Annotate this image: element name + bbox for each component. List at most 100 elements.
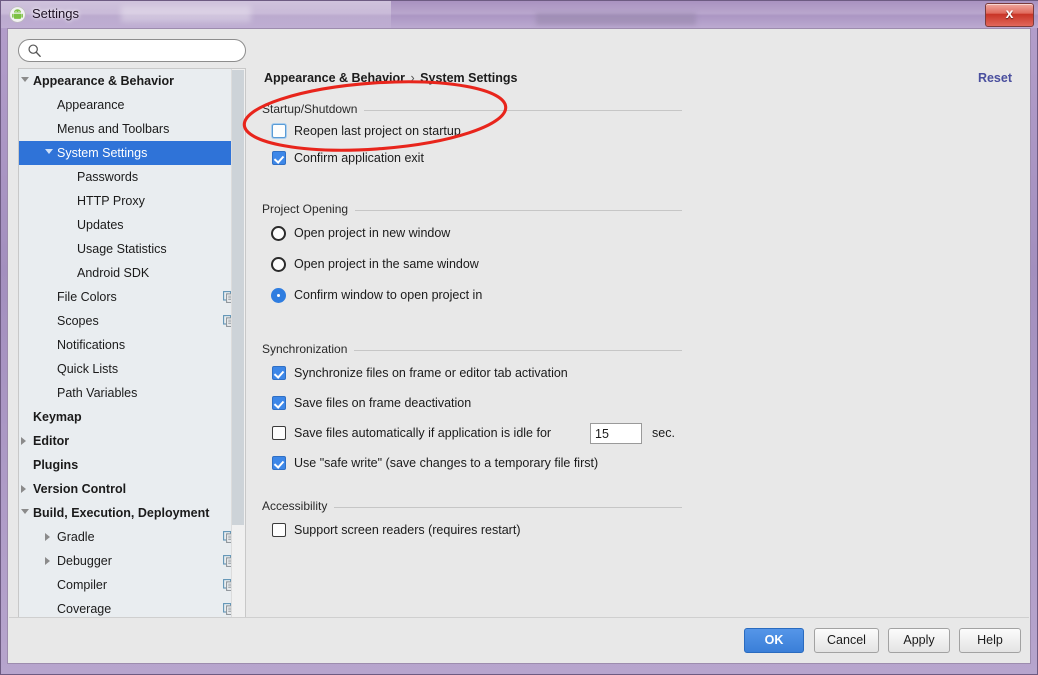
sidebar-item-label: Usage Statistics [77, 242, 167, 256]
sidebar-item-label: Appearance & Behavior [33, 74, 175, 88]
sidebar-item-plugins[interactable]: Plugins [19, 453, 245, 477]
sidebar-item-label: Passwords [77, 170, 139, 184]
sidebar-item-android-sdk[interactable]: Android SDK [19, 261, 245, 285]
sidebar-item-editor[interactable]: Editor [19, 429, 245, 453]
chevron-down-icon[interactable] [21, 77, 29, 82]
sidebar-item-gradle[interactable]: Gradle [19, 525, 245, 549]
sidebar-item-scopes[interactable]: Scopes [19, 309, 245, 333]
option-confirm-application-exit[interactable]: Confirm application exit [262, 145, 682, 172]
option-open-in-new-window[interactable]: Open project in new window [262, 218, 682, 249]
sidebar-item-menus-and-toolbars[interactable]: Menus and Toolbars [19, 117, 245, 141]
chevron-right-icon[interactable] [45, 533, 50, 541]
sidebar-item-updates[interactable]: Updates [19, 213, 245, 237]
reopen-last-project-label: Reopen last project on startup [294, 124, 461, 138]
sidebar-item-label: Build, Execution, Deployment [33, 506, 210, 520]
sidebar-item-usage-statistics[interactable]: Usage Statistics [19, 237, 245, 261]
section-title: Startup/Shutdown [262, 102, 365, 116]
sidebar-item-appearance[interactable]: Appearance [19, 93, 245, 117]
sidebar-item-keymap[interactable]: Keymap [19, 405, 245, 429]
apply-button[interactable]: Apply [888, 628, 950, 653]
section-startup-shutdown-header: Startup/Shutdown [262, 102, 682, 118]
sidebar-item-label: HTTP Proxy [77, 194, 145, 208]
section-project-opening: Project Opening Open project in new wind… [262, 202, 682, 311]
sidebar-item-http-proxy[interactable]: HTTP Proxy [19, 189, 245, 213]
breadcrumb-leaf: System Settings [420, 71, 518, 85]
confirm-window-radio[interactable] [271, 288, 286, 303]
section-title: Accessibility [262, 499, 335, 513]
settings-tree[interactable]: Appearance & Behavior Appearance Menus and… [18, 68, 246, 650]
cancel-button[interactable]: Cancel [814, 628, 879, 653]
save-on-frame-deactivation-checkbox[interactable] [272, 396, 286, 410]
sidebar-item-label: Notifications [57, 338, 126, 352]
chevron-down-icon[interactable] [21, 509, 29, 514]
save-when-idle-checkbox[interactable] [272, 426, 286, 440]
option-save-on-frame-deactivation[interactable]: Save files on frame deactivation [262, 388, 682, 418]
support-screen-readers-checkbox[interactable] [272, 523, 286, 537]
sidebar-item-label: Gradle [57, 530, 95, 544]
chevron-right-icon[interactable] [21, 437, 26, 445]
sidebar-item-label: File Colors [57, 290, 117, 304]
breadcrumb-root: Appearance & Behavior [264, 71, 406, 85]
safe-write-checkbox[interactable] [272, 456, 286, 470]
sidebar-item-label: Compiler [57, 578, 108, 592]
search-input[interactable] [18, 39, 246, 62]
reset-link[interactable]: Reset [978, 71, 1012, 85]
close-button[interactable]: x [985, 3, 1034, 27]
sidebar-item-quick-lists[interactable]: Quick Lists [19, 357, 245, 381]
section-project-opening-header: Project Opening [262, 202, 682, 218]
section-accessibility: Accessibility Support screen readers (re… [262, 499, 682, 545]
sidebar-item-file-colors[interactable]: File Colors [19, 285, 245, 309]
breadcrumb: Appearance & Behavior › System Settings [264, 71, 517, 85]
sync-files-on-activation-checkbox[interactable] [272, 366, 286, 380]
sidebar-item-label: Path Variables [57, 386, 138, 400]
open-in-new-window-radio[interactable] [271, 226, 286, 241]
settings-sidebar: Appearance & Behavior Appearance Menus and… [9, 30, 248, 650]
sidebar-item-build-execution-deployment[interactable]: Build, Execution, Deployment [19, 501, 245, 525]
chevron-right-icon[interactable] [45, 557, 50, 565]
reopen-last-project-checkbox[interactable] [272, 124, 286, 138]
option-open-in-same-window[interactable]: Open project in the same window [262, 249, 682, 280]
section-accessibility-header: Accessibility [262, 499, 682, 515]
sidebar-item-version-control[interactable]: Version Control [19, 477, 245, 501]
sidebar-item-passwords[interactable]: Passwords [19, 165, 245, 189]
section-title: Synchronization [262, 342, 355, 356]
section-synchronization: Synchronization Synchronize files on fra… [262, 342, 682, 478]
chevron-right-icon[interactable] [21, 485, 26, 493]
title-bar-smear-secondary [536, 13, 696, 25]
sidebar-item-label: Android SDK [77, 266, 150, 280]
sidebar-item-system-settings[interactable]: System Settings [19, 141, 245, 165]
sidebar-scrollbar-track[interactable] [231, 69, 245, 650]
dialog-button-bar: OK Cancel Apply Help [9, 617, 1029, 662]
sidebar-item-notifications[interactable]: Notifications [19, 333, 245, 357]
sidebar-item-debugger[interactable]: Debugger [19, 549, 245, 573]
option-reopen-last-project[interactable]: Reopen last project on startup [262, 118, 682, 145]
settings-content: Appearance & Behavior › System Settings … [249, 30, 1030, 620]
support-screen-readers-label: Support screen readers (requires restart… [294, 523, 521, 537]
option-support-screen-readers[interactable]: Support screen readers (requires restart… [262, 515, 682, 545]
settings-window: Settings x Appearance & Behavior Appearan… [0, 0, 1038, 675]
option-confirm-window[interactable]: Confirm window to open project in [262, 280, 682, 311]
ok-button[interactable]: OK [744, 628, 804, 653]
sidebar-item-compiler[interactable]: Compiler [19, 573, 245, 597]
confirm-window-label: Confirm window to open project in [294, 288, 483, 302]
breadcrumb-separator: › [410, 71, 415, 85]
chevron-down-icon[interactable] [45, 149, 53, 154]
sidebar-item-label: Appearance [57, 98, 125, 112]
option-save-when-idle[interactable]: Save files automatically if application … [262, 418, 682, 448]
sidebar-item-label: Editor [33, 434, 70, 448]
idle-seconds-input[interactable] [590, 423, 642, 444]
sidebar-item-label: Keymap [33, 410, 82, 424]
section-synchronization-header: Synchronization [262, 342, 682, 358]
sidebar-item-path-variables[interactable]: Path Variables [19, 381, 245, 405]
save-on-frame-deactivation-label: Save files on frame deactivation [294, 396, 472, 410]
option-sync-files-on-activation[interactable]: Synchronize files on frame or editor tab… [262, 358, 682, 388]
confirm-application-exit-checkbox[interactable] [272, 151, 286, 165]
window-title: Settings [32, 6, 79, 21]
option-safe-write[interactable]: Use "safe write" (save changes to a temp… [262, 448, 682, 478]
help-button[interactable]: Help [959, 628, 1021, 653]
sidebar-scrollbar-thumb[interactable] [232, 70, 244, 525]
open-in-same-window-radio[interactable] [271, 257, 286, 272]
sidebar-item-label: Quick Lists [57, 362, 119, 376]
sidebar-item-label: Debugger [57, 554, 112, 568]
sidebar-item-appearance-behavior[interactable]: Appearance & Behavior [19, 69, 245, 93]
